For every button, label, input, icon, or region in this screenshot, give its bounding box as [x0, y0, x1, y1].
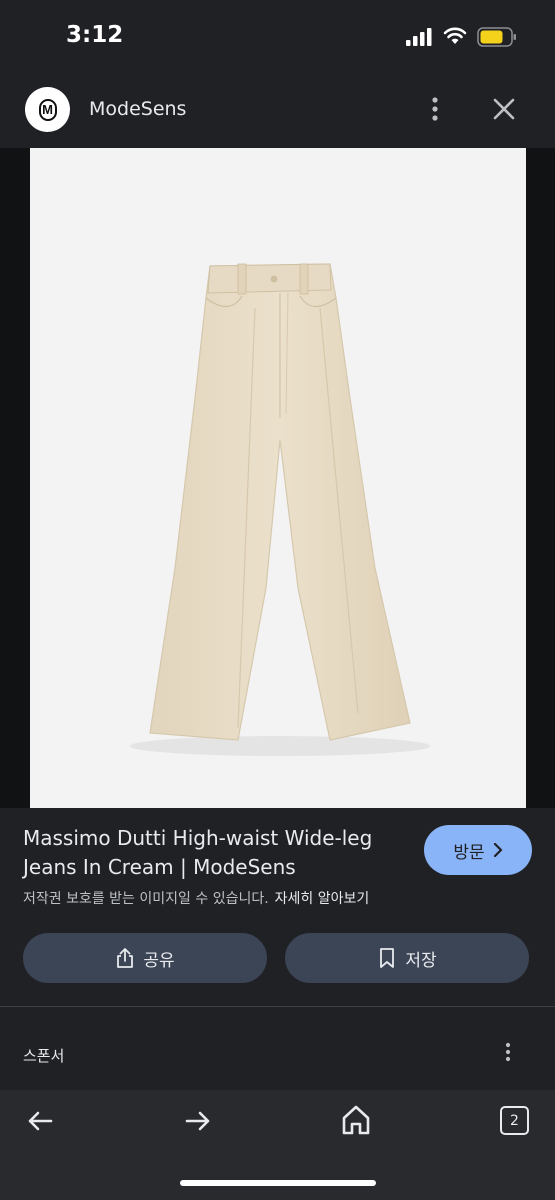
site-header: M ModeSens: [0, 72, 555, 148]
bottom-nav: 2: [0, 1090, 555, 1200]
image-viewer: [0, 148, 555, 808]
pants-illustration: [130, 263, 430, 756]
chevron-right-icon: [493, 843, 502, 857]
battery-icon: [477, 27, 516, 47]
bookmark-icon: [380, 948, 395, 968]
site-name[interactable]: ModeSens: [89, 98, 186, 120]
wifi-icon: [443, 27, 467, 44]
close-icon[interactable]: [489, 94, 519, 124]
copyright-text: 저작권 보호를 받는 이미지일 수 있습니다.: [23, 891, 269, 907]
share-button[interactable]: 공유: [23, 933, 267, 983]
more-vert-icon[interactable]: [500, 1041, 516, 1063]
site-logo[interactable]: M: [25, 87, 70, 132]
tab-count: 2: [510, 1112, 519, 1129]
sponsor-section: 스폰서: [0, 1007, 555, 1090]
share-button-label: 공유: [143, 950, 175, 971]
visit-button[interactable]: 방문: [424, 825, 532, 875]
visit-button-label: 방문: [453, 842, 485, 863]
tabs-button[interactable]: 2: [500, 1106, 529, 1135]
forward-arrow-icon[interactable]: [183, 1106, 213, 1136]
home-icon[interactable]: [341, 1104, 371, 1136]
save-button[interactable]: 저장: [285, 933, 529, 983]
status-bar: 3:12: [0, 0, 555, 72]
share-icon: [117, 948, 134, 968]
save-button-label: 저장: [405, 950, 437, 971]
result-info: Massimo Dutti High-waist Wide-leg Jeans …: [0, 808, 555, 1008]
cellular-signal-icon: [406, 28, 432, 46]
learn-more-link[interactable]: 자세히 알아보기: [275, 891, 370, 907]
status-time: 3:12: [66, 22, 124, 48]
copyright-notice: 저작권 보호를 받는 이미지일 수 있습니다. 자세히 알아보기: [23, 888, 369, 908]
home-indicator: [180, 1180, 376, 1186]
product-image[interactable]: [30, 148, 526, 808]
site-logo-letter: M: [38, 98, 57, 121]
sponsor-label: 스폰서: [23, 1047, 65, 1065]
more-vert-icon[interactable]: [424, 94, 446, 124]
back-arrow-icon[interactable]: [25, 1106, 55, 1136]
result-title[interactable]: Massimo Dutti High-waist Wide-leg Jeans …: [23, 824, 413, 882]
